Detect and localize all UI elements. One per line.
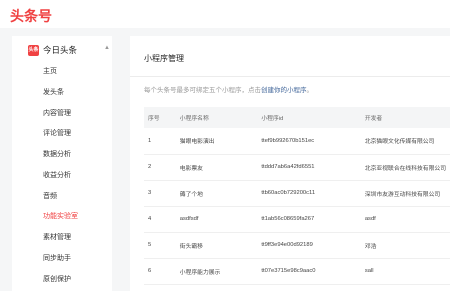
miniprogram-table: 序号 小程序名称 小程序id 开发者 1 猫眼电影演出 ttef9b992670…	[144, 107, 450, 285]
cell-name: 薅了个地	[179, 191, 203, 198]
header-index: 序号	[148, 116, 160, 122]
main-panel: 小程序管理 每个头条号最多可绑定五个小程序，点击创建你的小程序。 序号 小程序名…	[130, 36, 450, 291]
notice-suffix: 。	[306, 87, 314, 94]
sidebar-item-home[interactable]: 主页	[43, 66, 57, 76]
cell-developer: 深圳市友游互动科技有限公司	[364, 191, 441, 198]
cell-index: 4	[148, 216, 152, 222]
cell-developer: sall	[364, 268, 374, 274]
table-row[interactable]: 6 小程序能力展示 tt07e3715e98c9aac0 sall	[144, 258, 450, 284]
cell-id: tt1ab56c08659fa267	[261, 216, 315, 222]
cell-name: 小程序能力展示	[179, 269, 221, 276]
sidebar-item-comments[interactable]: 评论管理	[43, 128, 71, 138]
cell-id: ttef9b992670b151ec	[261, 137, 315, 144]
cell-name: asdfsdf	[179, 216, 199, 222]
sidebar-section-label: 今日头条	[43, 45, 78, 55]
header-developer: 开发者	[364, 116, 383, 122]
cell-id: ttb60ac0b729200c11	[261, 190, 316, 196]
cell-name: 猫眼电影演出	[179, 139, 215, 146]
sidebar-item-content[interactable]: 内容管理	[43, 108, 71, 118]
sidebar-item-lab[interactable]: 功能实验室	[43, 211, 78, 221]
table-row[interactable]: 5 街头霸移 tt9ff3e94e00d92189 邓浩	[144, 232, 450, 258]
brand-logo[interactable]: 头条号	[10, 6, 52, 26]
cell-name: 街头霸移	[179, 243, 203, 250]
cell-index: 6	[148, 268, 152, 274]
sidebar: 头条 今日头条 ▲ 主页 发头条 内容管理 评论管理 数据分析 收益分析 音频 …	[12, 36, 112, 291]
sidebar-item-materials[interactable]: 素材管理	[43, 232, 71, 242]
cell-id: tt07e3715e98c9aac0	[261, 268, 316, 274]
table-row[interactable]: 2 电影票友 ttddd7ab6a42fd6551 北京亚视联合在线科技有限公司	[144, 154, 450, 180]
table-row[interactable]: 1 猫眼电影演出 ttef9b992670b151ec 北京猫眼文化传媒有限公司	[144, 128, 450, 154]
cell-developer: 北京亚视联合在线科技有限公司	[364, 165, 446, 172]
chevron-up-icon[interactable]: ▲	[104, 45, 110, 51]
header-id: 小程序id	[261, 116, 284, 122]
sidebar-item-data[interactable]: 数据分析	[43, 149, 71, 159]
toutiao-icon: 头条	[28, 44, 39, 56]
notice-text: 每个头条号最多可绑定五个小程序，点击创建你的小程序。	[144, 84, 313, 94]
cell-developer: 北京猫眼文化传媒有限公司	[364, 139, 435, 146]
cell-index: 2	[148, 164, 152, 170]
top-bar: 头条号	[0, 0, 450, 28]
sidebar-item-audio[interactable]: 音频	[43, 191, 57, 201]
sidebar-item-income[interactable]: 收益分析	[43, 170, 71, 180]
cell-developer: asdf	[364, 216, 376, 222]
sidebar-item-sync[interactable]: 同步助手	[43, 253, 71, 263]
cell-developer: 邓浩	[364, 243, 377, 250]
create-miniprogram-link[interactable]: 创建你的小程序	[261, 87, 307, 94]
page-title: 小程序管理	[144, 54, 184, 63]
table-row[interactable]: 3 薅了个地 ttb60ac0b729200c11 深圳市友游互动科技有限公司	[144, 180, 450, 206]
cell-index: 3	[148, 190, 152, 196]
cell-index: 1	[148, 137, 152, 144]
table-header-row: 序号 小程序名称 小程序id 开发者	[144, 107, 450, 128]
sidebar-item-original[interactable]: 原创保护	[43, 274, 71, 284]
cell-index: 5	[148, 242, 152, 248]
notice-prefix: 每个头条号最多可绑定五个小程序，点击	[144, 87, 261, 94]
sidebar-section-toutiao[interactable]: 头条 今日头条 ▲	[28, 39, 118, 61]
cell-id: tt9ff3e94e00d92189	[261, 242, 313, 248]
header-name: 小程序名称	[179, 116, 209, 122]
cell-id: ttddd7ab6a42fd6551	[261, 164, 315, 170]
table-row[interactable]: 4 asdfsdf tt1ab56c08659fa267 asdf	[144, 206, 450, 232]
cell-name: 电影票友	[179, 165, 203, 172]
sidebar-item-publish[interactable]: 发头条	[43, 87, 64, 97]
divider	[130, 76, 450, 77]
